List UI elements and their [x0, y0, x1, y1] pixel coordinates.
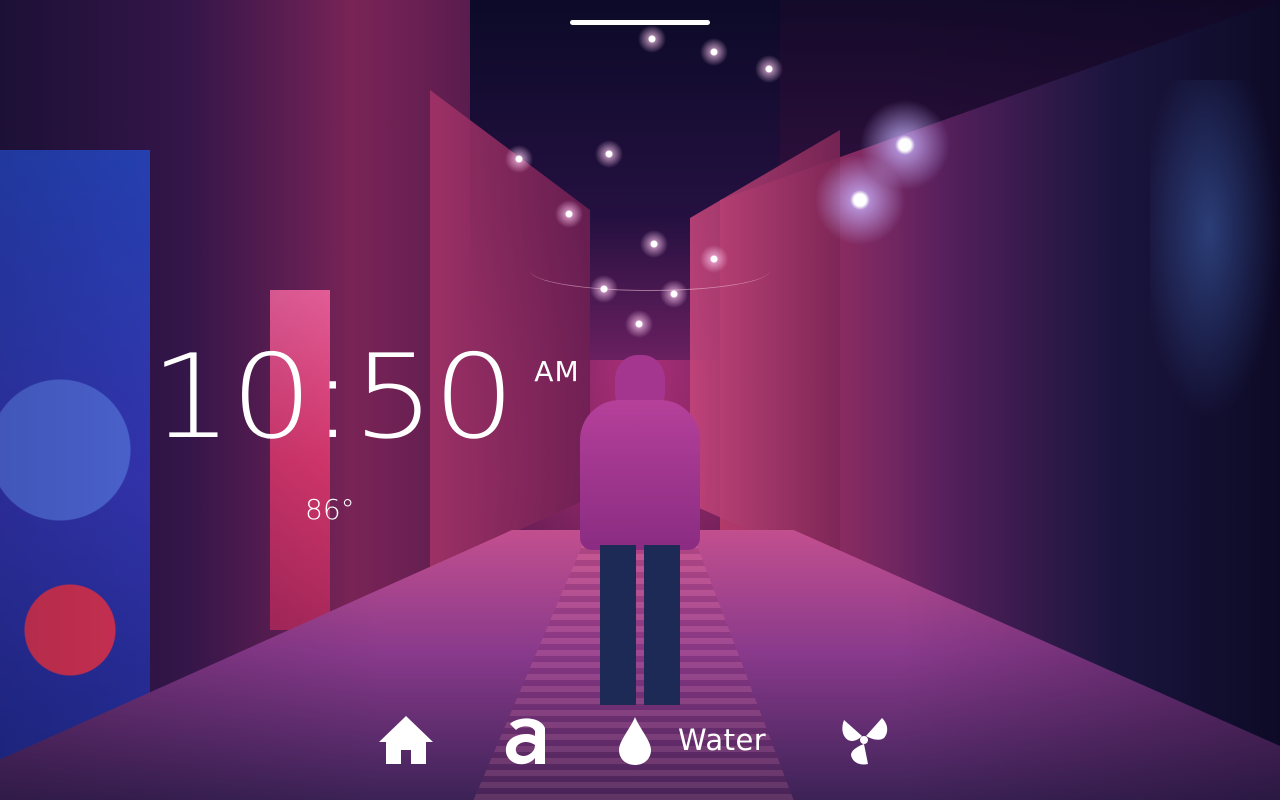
fan-icon: [842, 718, 888, 765]
water-drop-icon: [619, 717, 651, 765]
swipe-handle[interactable]: [570, 20, 710, 25]
temperature-readout: 86°: [305, 493, 355, 526]
home-icon: [379, 716, 433, 764]
fan-button[interactable]: [838, 714, 890, 766]
bottom-dock: Water: [378, 712, 890, 768]
clock-ampm: AM: [534, 355, 580, 388]
water-button[interactable]: Water: [618, 715, 766, 765]
app-logo-icon: [505, 718, 545, 765]
home-button[interactable]: [378, 712, 434, 768]
clock-time: 10:50: [150, 330, 515, 465]
app-logo-button[interactable]: [504, 712, 550, 768]
clock: 10:50 AM: [150, 338, 580, 458]
water-label: Water: [678, 723, 767, 757]
